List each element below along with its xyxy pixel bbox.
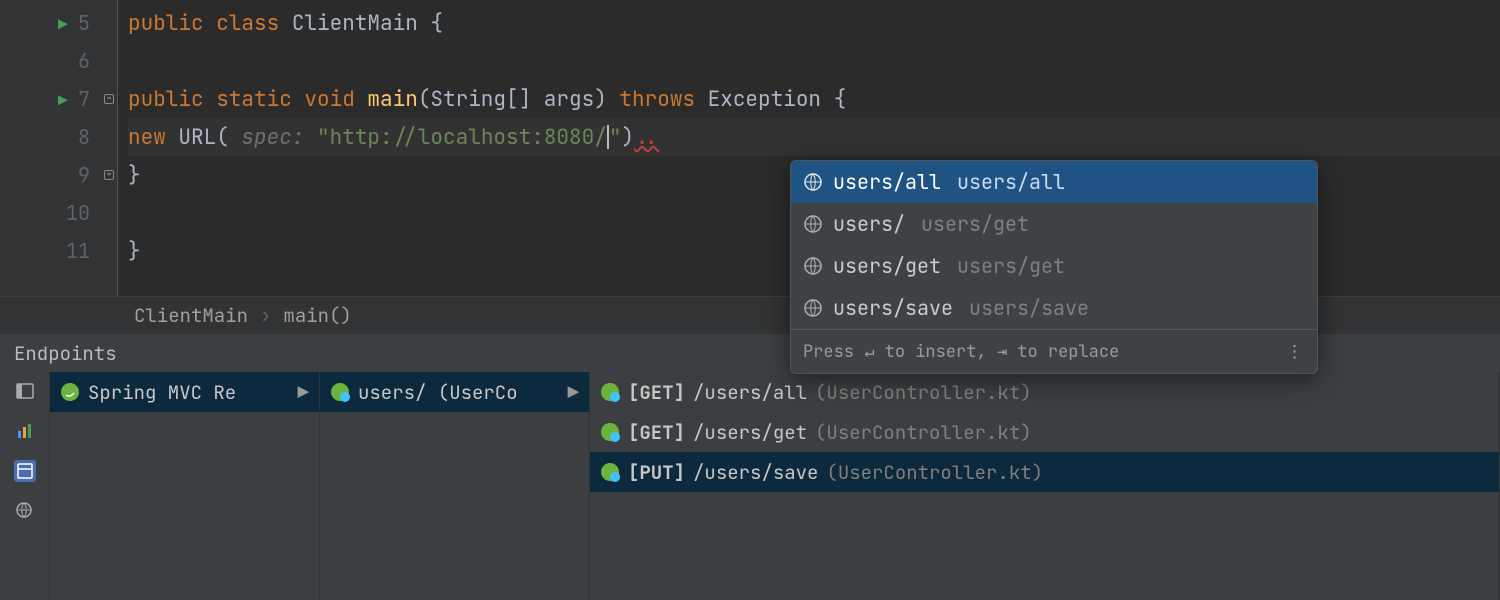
error-squiggle: .. [634,124,659,151]
breadcrumb-item[interactable]: main() [277,303,357,328]
completion-text: users/all [833,169,941,195]
fold-gutter [100,0,118,296]
globe-settings-icon[interactable] [14,500,36,522]
run-gutter-icon[interactable]: ▶ [58,14,68,35]
line-number: 8 [78,124,90,150]
endpoints-panel: Spring MVC Re ▶ users/ (UserCo ▶ [GET] /… [0,372,1500,600]
endpoint-item[interactable]: [PUT] /users/save (UserController.kt) [590,452,1499,492]
code-token: URL( [178,124,241,151]
completion-text: users/get [833,253,941,279]
line-number: 9 [78,162,90,188]
endpoint-source: (UserController.kt) [826,460,1043,485]
code-completion-popup[interactable]: users/allusers/allusers/users/getusers/g… [790,160,1318,374]
code-token: } [128,162,141,189]
endpoint-source: (UserController.kt) [815,380,1032,405]
completion-item[interactable]: users/users/get [791,203,1317,245]
completion-hint: Press ↵ to insert, ⇥ to replace [803,341,1119,363]
code-token: (String[] args) [418,86,620,113]
breadcrumb-item[interactable]: ClientMain [128,303,254,328]
globe-icon [803,256,823,276]
completion-item[interactable]: users/save users/save [791,287,1317,329]
http-method: [PUT] [628,460,685,485]
endpoints-group-item[interactable]: Spring MVC Re ▶ [50,372,319,412]
code-token: spec: [241,124,317,151]
code-token: public [128,10,216,37]
code-token: " [609,124,622,151]
http-method: [GET] [628,380,685,405]
chevron-right-icon: ▶ [298,380,309,405]
endpoints-group-label: Spring MVC Re [88,380,236,405]
code-token: public [128,86,216,113]
code-token: "http://localhost:8080/ [317,124,607,151]
globe-icon [803,214,823,234]
layout-icon[interactable] [14,380,36,402]
completion-text: users/save [833,295,953,321]
panel-side-toolbar [0,372,50,600]
code-token: ) [621,124,634,151]
line-number-gutter: 5 ▶ 6 7 ▶ 8 9 10 11 [0,0,100,296]
endpoint-path: /users/save [693,460,818,485]
panel-title-text: Endpoints [14,341,117,366]
code-token: { [834,86,847,113]
endpoint-path: /users/all [693,380,807,405]
endpoints-controller-label: users/ (UserCo [358,380,518,405]
spring-icon [600,382,620,402]
endpoints-list: [GET] /users/all (UserController.kt)[GET… [590,372,1500,600]
endpoints-columns: Spring MVC Re ▶ users/ (UserCo ▶ [GET] /… [50,372,1500,600]
spring-icon [330,382,350,402]
chevron-right-icon: ▶ [568,380,579,405]
globe-icon [803,172,823,192]
run-gutter-icon[interactable]: ▶ [58,90,68,111]
line-number: 6 [78,48,90,74]
line-number: 10 [66,200,90,226]
code-token: } [128,238,141,265]
endpoint-source: (UserController.kt) [815,420,1032,445]
http-method: [GET] [628,420,685,445]
code-token: throws [619,86,707,113]
code-token: static [216,86,304,113]
code-token: void [304,86,367,113]
fold-toggle-icon[interactable] [104,170,114,180]
completion-detail: users/get [921,211,1029,237]
completion-detail: users/save [969,295,1089,321]
code-token: class [216,10,292,37]
spring-icon [60,382,80,402]
code-token: { [430,10,443,37]
code-token: main [367,86,417,113]
globe-icon [803,298,823,318]
line-number: 5 [78,10,90,36]
endpoints-controller-item[interactable]: users/ (UserCo ▶ [320,372,589,412]
code-token: new [128,124,178,151]
fold-toggle-icon[interactable] [104,94,114,104]
endpoint-path: /users/get [693,420,807,445]
completion-footer: Press ↵ to insert, ⇥ to replace ⋮ [791,329,1317,373]
completion-detail: users/all [957,169,1065,195]
code-token: Exception [708,86,834,113]
endpoint-item[interactable]: [GET] /users/all (UserController.kt) [590,372,1499,412]
list-icon[interactable] [14,460,36,482]
more-icon[interactable]: ⋮ [1286,341,1305,363]
endpoint-item[interactable]: [GET] /users/get (UserController.kt) [590,412,1499,452]
completion-detail: users/get [957,253,1065,279]
code-token: ClientMain [292,10,431,37]
line-number: 7 [78,86,90,112]
line-number: 11 [66,238,90,264]
chart-icon[interactable] [14,420,36,442]
completion-item[interactable]: users/get users/get [791,245,1317,287]
chevron-right-icon: › [254,303,277,328]
completion-item[interactable]: users/all users/all [791,161,1317,203]
spring-icon [600,462,620,482]
spring-icon [600,422,620,442]
completion-text: users/ [833,211,905,237]
